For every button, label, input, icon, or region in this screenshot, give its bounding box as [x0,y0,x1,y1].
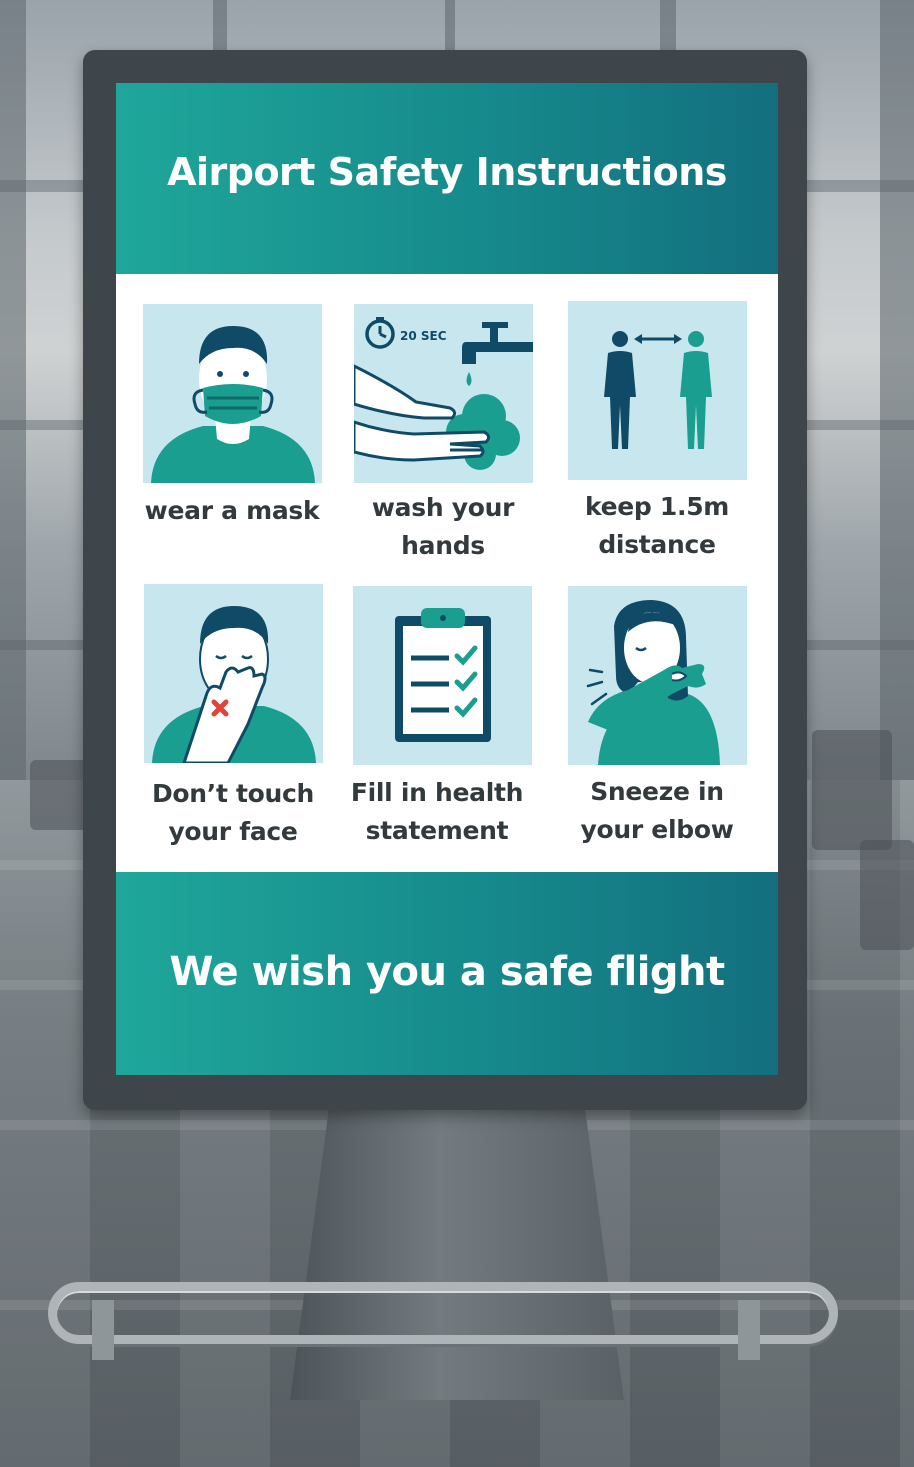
safety-sign: Airport Safety Instructions wear a mask … [116,83,778,1075]
timer-label: 20 SEC [400,329,447,343]
caption-line: wear a mask [144,496,320,525]
waiting-chair [812,730,892,850]
waiting-chair [30,760,90,830]
sign-footer: We wish you a safe flight [116,872,778,1075]
health-checklist-icon [353,586,532,765]
window-mullion [880,0,914,780]
instruction-caption-distance: keep 1.5m distance [547,488,767,564]
instruction-caption-face: Don’t touch your face [123,775,343,851]
caption-line: your face [168,817,298,846]
caption-line: Don’t touch [151,779,315,808]
instruction-caption-sneeze: Sneeze in your elbow [547,773,767,849]
sign-stand-leg [92,1300,114,1360]
face-mask-icon [143,304,322,483]
caption-line: distance [598,530,716,559]
sneeze-elbow-icon [568,586,747,765]
waiting-chair [860,840,914,950]
caption-line: your elbow [580,815,734,844]
instruction-caption-mask: wear a mask [122,492,342,530]
sign-title: Airport Safety Instructions [167,149,727,194]
hand-washing-icon: 20 SEC [354,304,533,483]
instruction-caption-wash: wash your hands [333,489,553,565]
window-mullion [0,0,26,780]
sign-stand-base-rail [48,1282,838,1344]
caption-line: wash your [371,493,515,522]
farewell-message: We wish you a safe flight [169,949,725,995]
sign-header: Airport Safety Instructions [116,83,778,274]
instruction-caption-health: Fill in health statement [327,774,547,850]
social-distance-icon [568,301,747,480]
caption-line: keep 1.5m [584,492,730,521]
caption-line: hands [401,531,485,560]
no-face-touch-icon [144,584,323,763]
caption-line: Fill in health [350,778,524,807]
sign-stand-column [290,1100,624,1400]
caption-line: statement [365,816,509,845]
caption-line: Sneeze in [590,777,724,806]
sign-stand-leg [738,1300,760,1360]
